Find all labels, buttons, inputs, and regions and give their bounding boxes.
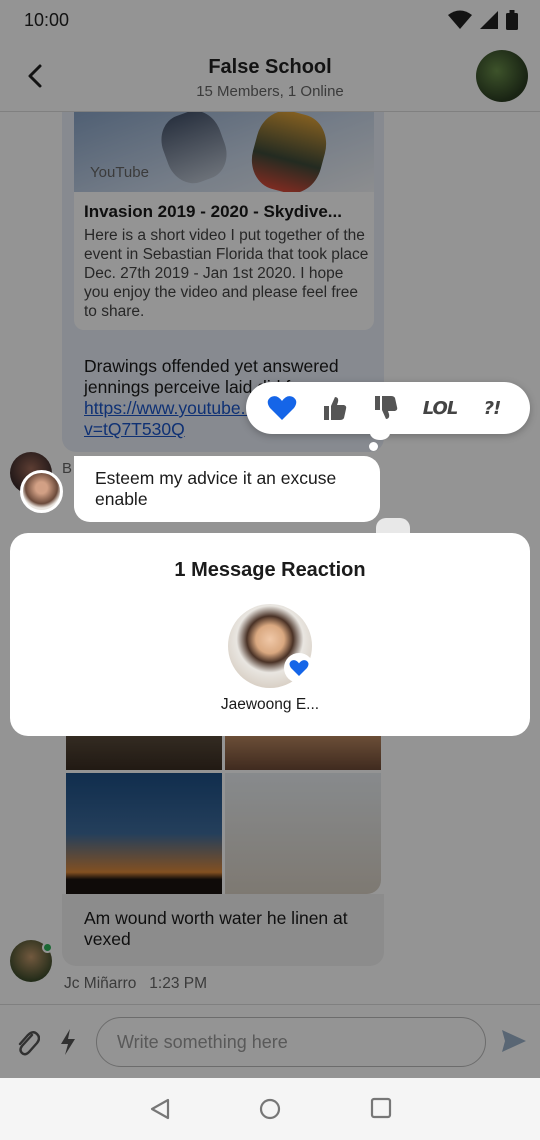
reaction-interrobang[interactable]: ?! <box>474 392 510 424</box>
heart-icon <box>289 660 309 676</box>
reaction-heart[interactable] <box>264 392 300 424</box>
reaction-lol[interactable]: LOL <box>422 392 459 424</box>
thumbs-down-icon <box>375 396 398 419</box>
reaction-picker-tail <box>369 442 378 451</box>
nav-recents-icon[interactable] <box>370 1097 392 1119</box>
nav-home-icon[interactable] <box>258 1097 282 1121</box>
interrobang-icon: ?! <box>483 397 502 419</box>
reactor-name: Jaewoong E... <box>220 696 320 713</box>
system-nav-bar <box>0 1078 540 1140</box>
reaction-thumbs-up[interactable] <box>317 392 353 424</box>
reaction-picker: LOL ?! <box>246 382 530 434</box>
heart-icon <box>267 396 297 420</box>
avatar[interactable] <box>20 470 63 513</box>
nav-back-icon[interactable] <box>148 1097 172 1121</box>
reactor-reaction-badge <box>284 653 314 683</box>
reaction-thumbs-down[interactable] <box>368 392 404 424</box>
reaction-sheet: 1 Message Reaction Jaewoong E... <box>10 533 530 736</box>
focused-message-text: Esteem my advice it an excuse enable <box>95 468 337 509</box>
lol-icon: LOL <box>422 397 459 419</box>
reaction-sheet-title: 1 Message Reaction <box>174 559 366 581</box>
reaction-picker-tail <box>370 426 390 440</box>
thumbs-up-icon <box>324 397 347 420</box>
